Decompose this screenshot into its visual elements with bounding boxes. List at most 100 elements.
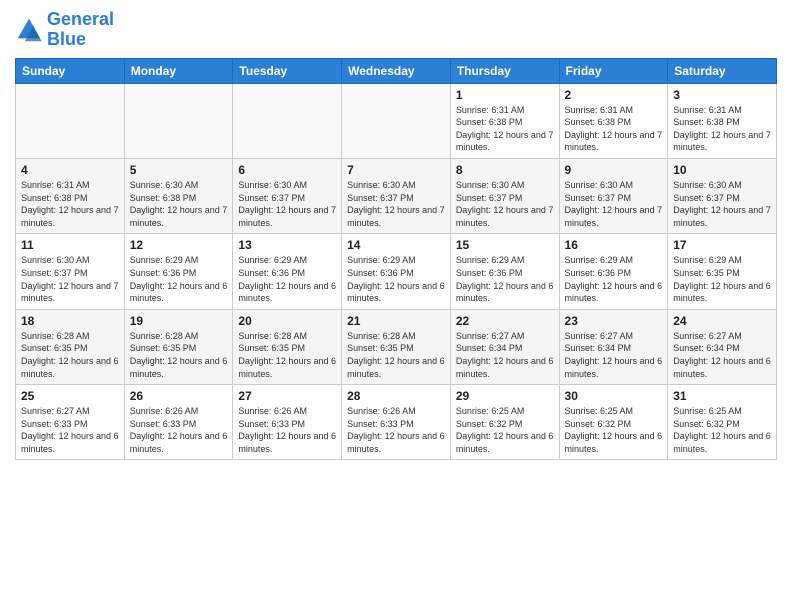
day-info: Sunrise: 6:29 AM Sunset: 6:36 PM Dayligh… [238, 254, 336, 304]
day-number: 13 [238, 238, 336, 252]
day-number: 9 [565, 163, 663, 177]
day-number: 14 [347, 238, 445, 252]
day-header-thursday: Thursday [450, 58, 559, 83]
day-number: 15 [456, 238, 554, 252]
calendar-header-row: SundayMondayTuesdayWednesdayThursdayFrid… [16, 58, 777, 83]
day-number: 28 [347, 389, 445, 403]
day-info: Sunrise: 6:31 AM Sunset: 6:38 PM Dayligh… [565, 104, 663, 154]
day-number: 3 [673, 88, 771, 102]
day-number: 21 [347, 314, 445, 328]
day-info: Sunrise: 6:26 AM Sunset: 6:33 PM Dayligh… [347, 405, 445, 455]
calendar-cell: 26Sunrise: 6:26 AM Sunset: 6:33 PM Dayli… [124, 385, 233, 460]
calendar-cell: 24 Sunrise: 6:27 AM Sunset: 6:34 PM Dayli… [668, 309, 777, 384]
day-info: Sunrise: 6:30 AM Sunset: 6:37 PM Dayligh… [565, 179, 663, 229]
day-info: Sunrise: 6:30 AM Sunset: 6:37 PM Dayligh… [347, 179, 445, 229]
calendar-cell: 8 Sunrise: 6:30 AM Sunset: 6:37 PM Daylig… [450, 158, 559, 233]
day-number: 26 [130, 389, 228, 403]
calendar-week-4: 18 Sunrise: 6:28 AM Sunset: 6:35 PM Dayli… [16, 309, 777, 384]
calendar-cell: 28 Sunrise: 6:26 AM Sunset: 6:33 PM Dayli… [342, 385, 451, 460]
calendar-cell: 7 Sunrise: 6:30 AM Sunset: 6:37 PM Daylig… [342, 158, 451, 233]
day-info: Sunrise: 6:28 AM Sunset: 6:35 PM Dayligh… [130, 330, 228, 380]
day-info: Sunrise: 6:26 AM Sunset: 6:33 PM Dayligh… [238, 405, 336, 455]
day-number: 4 [21, 163, 119, 177]
day-number: 30 [565, 389, 663, 403]
day-info: Sunrise: 6:31 AM Sunset: 6:38 PM Dayligh… [21, 179, 119, 229]
day-info: Sunrise: 6:25 AM Sunset: 6:32 PM Dayligh… [673, 405, 771, 455]
day-number: 23 [565, 314, 663, 328]
calendar-cell: 4 Sunrise: 6:31 AM Sunset: 6:38 PM Daylig… [16, 158, 125, 233]
calendar-cell: 3 Sunrise: 6:31 AM Sunset: 6:38 PM Daylig… [668, 83, 777, 158]
calendar-cell: 14 Sunrise: 6:29 AM Sunset: 6:36 PM Dayli… [342, 234, 451, 309]
day-info: Sunrise: 6:27 AM Sunset: 6:34 PM Dayligh… [565, 330, 663, 380]
calendar-cell [342, 83, 451, 158]
calendar-cell: 9 Sunrise: 6:30 AM Sunset: 6:37 PM Daylig… [559, 158, 668, 233]
day-info: Sunrise: 6:27 AM Sunset: 6:34 PM Dayligh… [673, 330, 771, 380]
calendar-cell [16, 83, 125, 158]
calendar-cell: 1 Sunrise: 6:31 AM Sunset: 6:38 PM Daylig… [450, 83, 559, 158]
calendar-cell: 25 Sunrise: 6:27 AM Sunset: 6:33 PM Dayli… [16, 385, 125, 460]
calendar-cell: 6 Sunrise: 6:30 AM Sunset: 6:37 PM Daylig… [233, 158, 342, 233]
day-number: 20 [238, 314, 336, 328]
calendar-cell: 22 Sunrise: 6:27 AM Sunset: 6:34 PM Dayli… [450, 309, 559, 384]
day-number: 10 [673, 163, 771, 177]
day-number: 24 [673, 314, 771, 328]
calendar-cell: 5Sunrise: 6:30 AM Sunset: 6:38 PM Daylig… [124, 158, 233, 233]
calendar-cell: 16 Sunrise: 6:29 AM Sunset: 6:36 PM Dayli… [559, 234, 668, 309]
day-info: Sunrise: 6:25 AM Sunset: 6:32 PM Dayligh… [565, 405, 663, 455]
day-number: 2 [565, 88, 663, 102]
day-number: 6 [238, 163, 336, 177]
day-info: Sunrise: 6:29 AM Sunset: 6:36 PM Dayligh… [347, 254, 445, 304]
day-info: Sunrise: 6:30 AM Sunset: 6:37 PM Dayligh… [238, 179, 336, 229]
day-number: 1 [456, 88, 554, 102]
day-info: Sunrise: 6:27 AM Sunset: 6:34 PM Dayligh… [456, 330, 554, 380]
day-info: Sunrise: 6:31 AM Sunset: 6:38 PM Dayligh… [673, 104, 771, 154]
calendar-cell: 15 Sunrise: 6:29 AM Sunset: 6:36 PM Dayli… [450, 234, 559, 309]
calendar-cell: 31Sunrise: 6:25 AM Sunset: 6:32 PM Dayli… [668, 385, 777, 460]
day-number: 25 [21, 389, 119, 403]
day-header-saturday: Saturday [668, 58, 777, 83]
day-number: 19 [130, 314, 228, 328]
calendar-cell: 13 Sunrise: 6:29 AM Sunset: 6:36 PM Dayli… [233, 234, 342, 309]
day-number: 22 [456, 314, 554, 328]
day-info: Sunrise: 6:31 AM Sunset: 6:38 PM Dayligh… [456, 104, 554, 154]
page: General Blue SundayMondayTuesdayWednesda… [0, 0, 792, 612]
day-info: Sunrise: 6:29 AM Sunset: 6:36 PM Dayligh… [130, 254, 228, 304]
calendar-cell: 21Sunrise: 6:28 AM Sunset: 6:35 PM Dayli… [342, 309, 451, 384]
day-info: Sunrise: 6:30 AM Sunset: 6:37 PM Dayligh… [456, 179, 554, 229]
calendar-week-3: 11Sunrise: 6:30 AM Sunset: 6:37 PM Dayli… [16, 234, 777, 309]
day-header-sunday: Sunday [16, 58, 125, 83]
day-number: 7 [347, 163, 445, 177]
day-header-monday: Monday [124, 58, 233, 83]
day-number: 8 [456, 163, 554, 177]
day-number: 29 [456, 389, 554, 403]
calendar-cell: 2 Sunrise: 6:31 AM Sunset: 6:38 PM Daylig… [559, 83, 668, 158]
day-info: Sunrise: 6:29 AM Sunset: 6:36 PM Dayligh… [565, 254, 663, 304]
calendar-cell: 29 Sunrise: 6:25 AM Sunset: 6:32 PM Dayli… [450, 385, 559, 460]
logo-text: General Blue [47, 10, 114, 50]
day-info: Sunrise: 6:30 AM Sunset: 6:37 PM Dayligh… [673, 179, 771, 229]
day-info: Sunrise: 6:25 AM Sunset: 6:32 PM Dayligh… [456, 405, 554, 455]
day-info: Sunrise: 6:29 AM Sunset: 6:36 PM Dayligh… [456, 254, 554, 304]
day-info: Sunrise: 6:30 AM Sunset: 6:38 PM Dayligh… [130, 179, 228, 229]
calendar-cell: 17 Sunrise: 6:29 AM Sunset: 6:35 PM Dayli… [668, 234, 777, 309]
calendar-cell: 23 Sunrise: 6:27 AM Sunset: 6:34 PM Dayli… [559, 309, 668, 384]
day-info: Sunrise: 6:28 AM Sunset: 6:35 PM Dayligh… [21, 330, 119, 380]
day-number: 17 [673, 238, 771, 252]
calendar-cell: 20 Sunrise: 6:28 AM Sunset: 6:35 PM Dayli… [233, 309, 342, 384]
day-number: 11 [21, 238, 119, 252]
logo: General Blue [15, 10, 114, 50]
day-info: Sunrise: 6:28 AM Sunset: 6:35 PM Dayligh… [238, 330, 336, 380]
calendar-cell: 10 Sunrise: 6:30 AM Sunset: 6:37 PM Dayli… [668, 158, 777, 233]
day-info: Sunrise: 6:29 AM Sunset: 6:35 PM Dayligh… [673, 254, 771, 304]
day-number: 12 [130, 238, 228, 252]
day-header-friday: Friday [559, 58, 668, 83]
day-number: 18 [21, 314, 119, 328]
day-header-tuesday: Tuesday [233, 58, 342, 83]
day-number: 16 [565, 238, 663, 252]
calendar-cell [124, 83, 233, 158]
calendar-cell: 30 Sunrise: 6:25 AM Sunset: 6:32 PM Dayli… [559, 385, 668, 460]
calendar-cell [233, 83, 342, 158]
calendar-cell: 11Sunrise: 6:30 AM Sunset: 6:37 PM Dayli… [16, 234, 125, 309]
day-info: Sunrise: 6:27 AM Sunset: 6:33 PM Dayligh… [21, 405, 119, 455]
day-header-wednesday: Wednesday [342, 58, 451, 83]
